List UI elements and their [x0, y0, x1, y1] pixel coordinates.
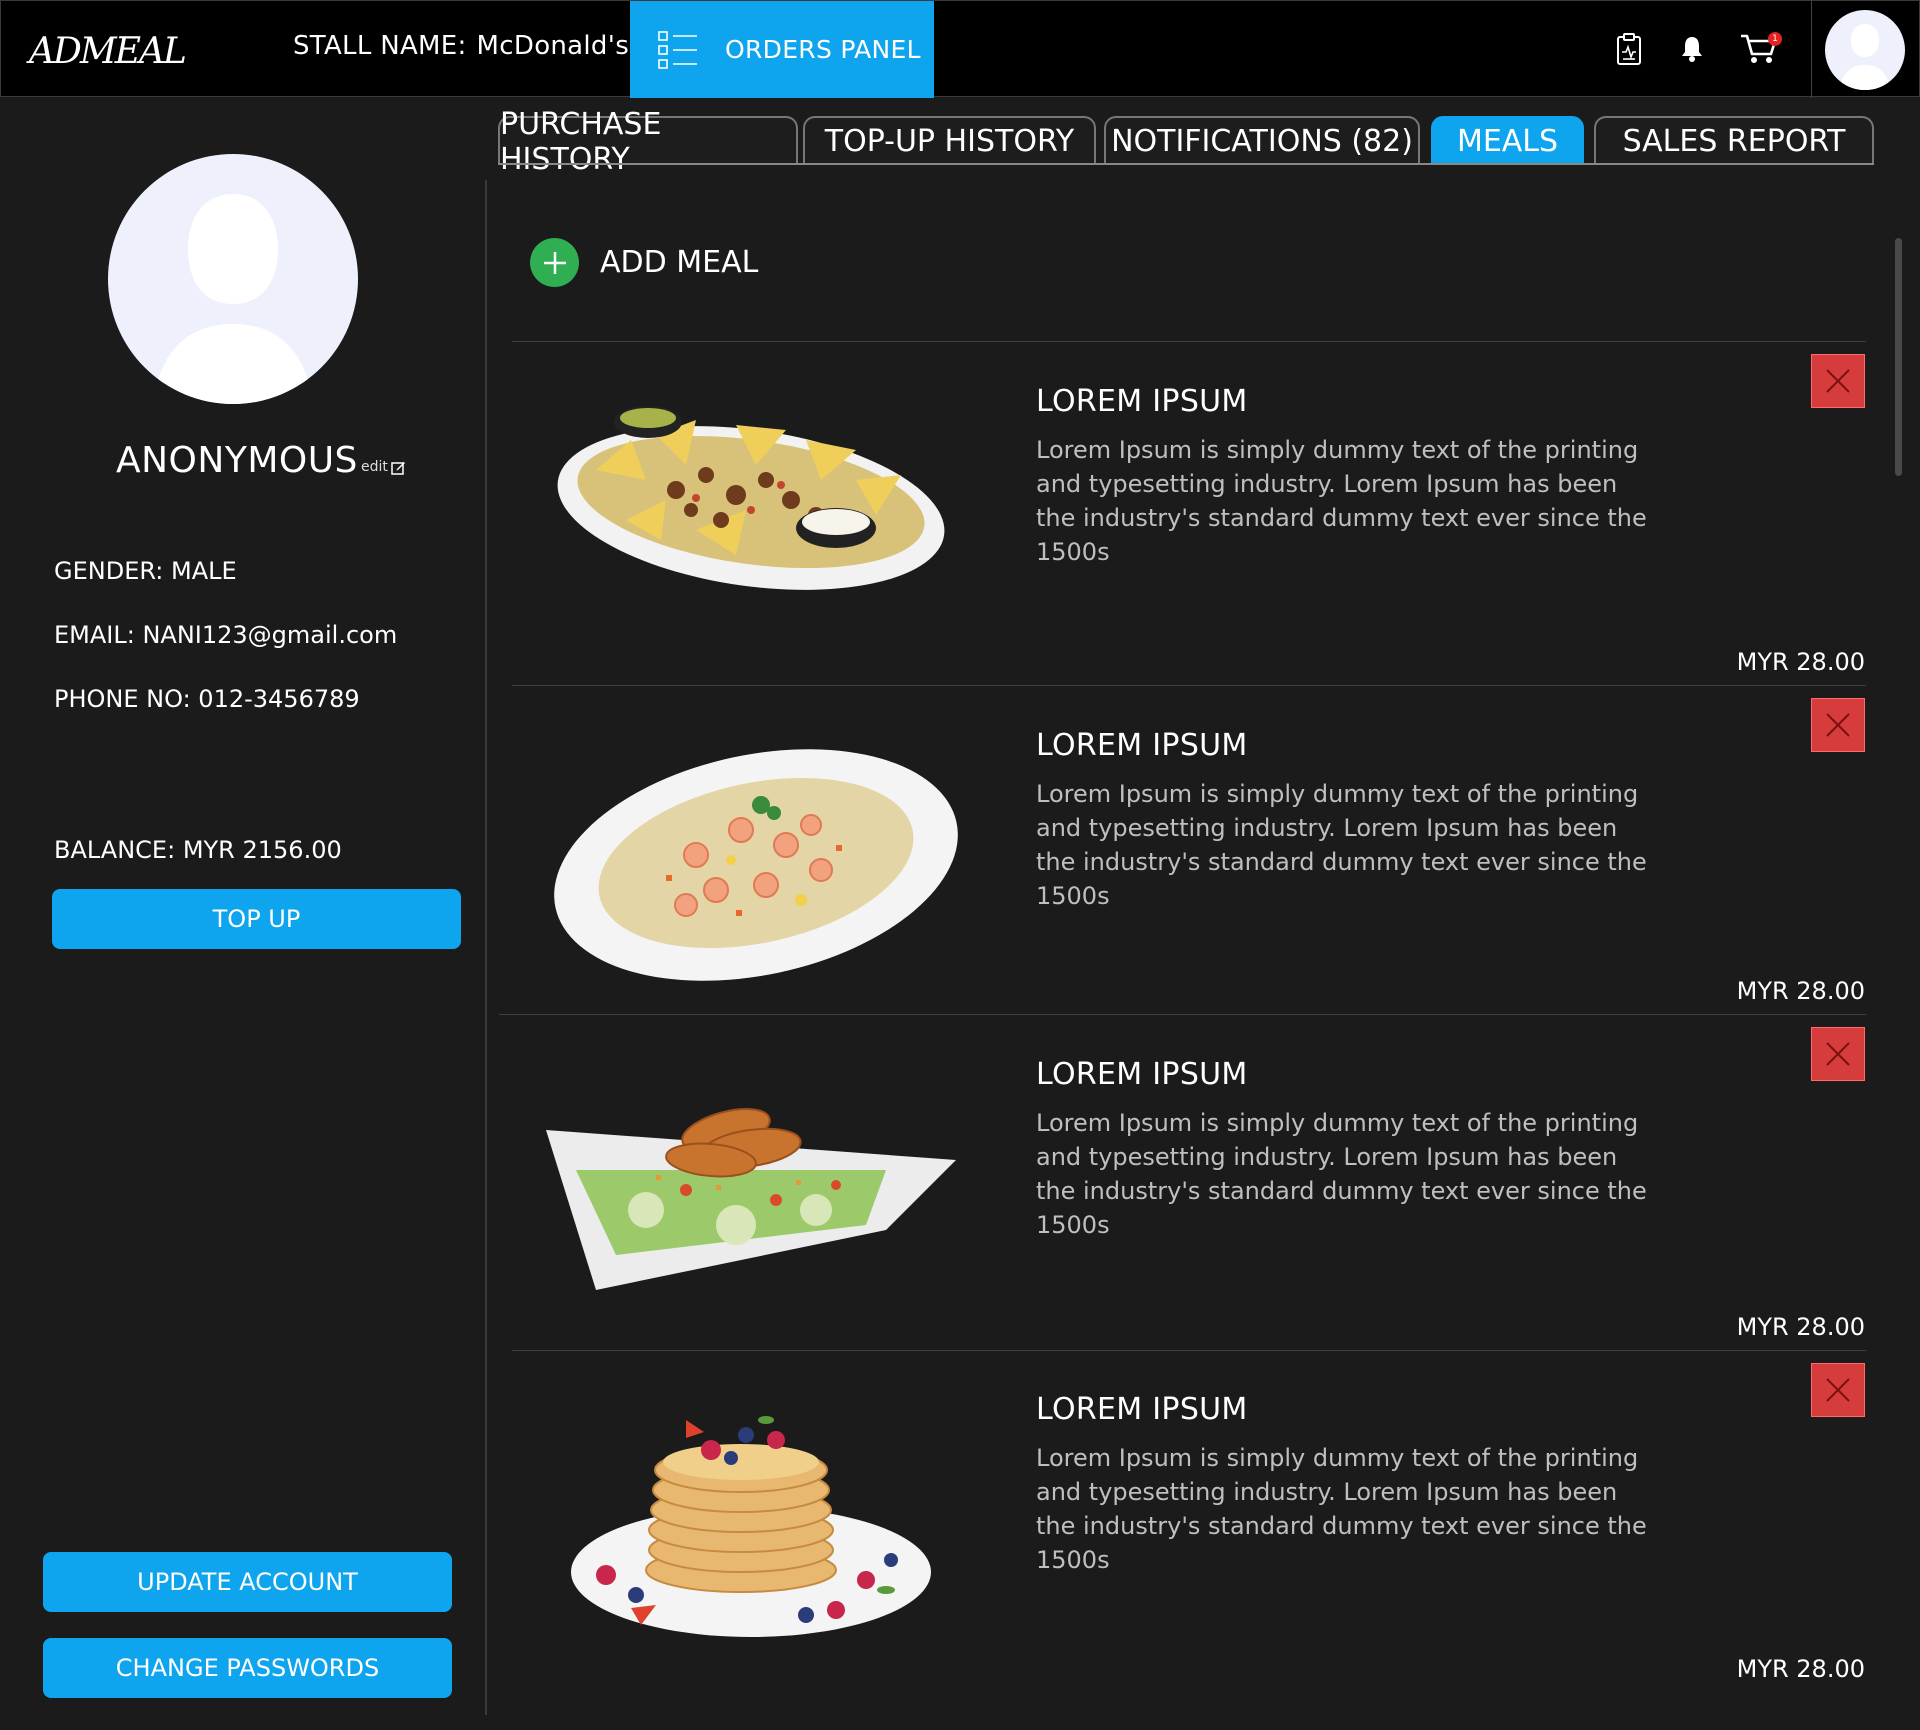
email-text: EMAIL: NANI123@gmail.com: [54, 621, 398, 649]
header-divider: [1811, 1, 1812, 98]
delete-meal-button[interactable]: [1811, 354, 1865, 408]
close-icon: [1826, 369, 1850, 393]
top-up-button[interactable]: TOP UP: [52, 889, 461, 949]
meal-divider: [512, 685, 1866, 686]
update-account-button[interactable]: UPDATE ACCOUNT: [43, 1552, 452, 1612]
add-meal-button[interactable]: ADD MEAL: [530, 238, 758, 287]
meal-price: MYR 28.00: [1736, 1313, 1865, 1341]
tab-top-up-history[interactable]: TOP-UP HISTORY: [803, 116, 1096, 165]
bell-icon[interactable]: [1672, 29, 1712, 69]
tab-sales-report[interactable]: SALES REPORT: [1594, 116, 1874, 165]
avatar-icon: [1840, 24, 1890, 90]
logo: ADMEAL: [26, 31, 187, 72]
gender-text: GENDER: MALE: [54, 557, 237, 585]
tab-underline: [498, 163, 1874, 165]
meal-title: LOREM IPSUM: [1036, 384, 1248, 419]
cart-badge: 1: [1768, 32, 1782, 46]
tab-notifications[interactable]: NOTIFICATIONS (82): [1104, 116, 1420, 165]
profile-name: ANONYMOUS: [116, 440, 358, 481]
profile-avatar: [108, 154, 358, 404]
meal-image-salad: [546, 1108, 956, 1290]
meal-image-pancakes: [571, 1416, 931, 1637]
avatar-icon: [153, 194, 313, 404]
close-icon: [1826, 1042, 1850, 1066]
edit-label: edit: [361, 459, 388, 475]
tab-meals[interactable]: MEALS: [1431, 116, 1584, 165]
edit-icon: [391, 461, 405, 475]
sidebar-divider: [485, 180, 487, 1715]
meal-price: MYR 28.00: [1736, 1655, 1865, 1683]
plus-icon: [530, 238, 579, 287]
tab-purchase-history[interactable]: PURCHASE HISTORY: [498, 107, 798, 177]
meal-description: Lorem Ipsum is simply dummy text of the …: [1036, 780, 1647, 910]
scrollbar[interactable]: [1895, 238, 1902, 476]
meal-price: MYR 28.00: [1736, 648, 1865, 676]
meal-description: Lorem Ipsum is simply dummy text of the …: [1036, 436, 1647, 566]
phone-text: PHONE NO: 012-3456789: [54, 685, 360, 713]
clipboard-icon[interactable]: [1609, 29, 1649, 69]
header-avatar[interactable]: [1825, 10, 1905, 90]
edit-profile-link[interactable]: edit: [361, 459, 406, 475]
orders-panel-button[interactable]: ORDERS PANEL: [630, 1, 934, 98]
delete-meal-button[interactable]: [1811, 1363, 1865, 1417]
add-meal-label: ADD MEAL: [600, 245, 759, 280]
close-icon: [1826, 1378, 1850, 1402]
meal-title: LOREM IPSUM: [1036, 1057, 1248, 1092]
meal-description: Lorem Ipsum is simply dummy text of the …: [1036, 1444, 1647, 1574]
meal-divider: [512, 341, 1866, 342]
meal-description: Lorem Ipsum is simply dummy text of the …: [1036, 1109, 1647, 1239]
meal-title: LOREM IPSUM: [1036, 728, 1248, 763]
balance-text: BALANCE: MYR 2156.00: [54, 836, 342, 864]
meal-divider: [499, 1014, 1866, 1015]
meal-price: MYR 28.00: [1736, 977, 1865, 1005]
close-icon: [1826, 713, 1850, 737]
meal-image-nachos: [557, 406, 945, 590]
top-bar: ADMEAL STALL NAME: McDonald's ORDERS PANE…: [0, 0, 1920, 98]
stall-value: McDonald's: [476, 31, 630, 61]
list-icon: [658, 30, 697, 69]
meal-divider: [512, 1350, 1866, 1351]
stall-label: STALL NAME:: [293, 31, 467, 61]
meal-title: LOREM IPSUM: [1036, 1392, 1248, 1427]
stall-name: STALL NAME: McDonald's: [293, 31, 629, 61]
orders-panel-label: ORDERS PANEL: [725, 35, 921, 64]
delete-meal-button[interactable]: [1811, 698, 1865, 752]
meal-image-fried-rice: [554, 749, 958, 981]
change-passwords-button[interactable]: CHANGE PASSWORDS: [43, 1638, 452, 1698]
delete-meal-button[interactable]: [1811, 1027, 1865, 1081]
logo-text: ADMEAL: [26, 31, 185, 72]
